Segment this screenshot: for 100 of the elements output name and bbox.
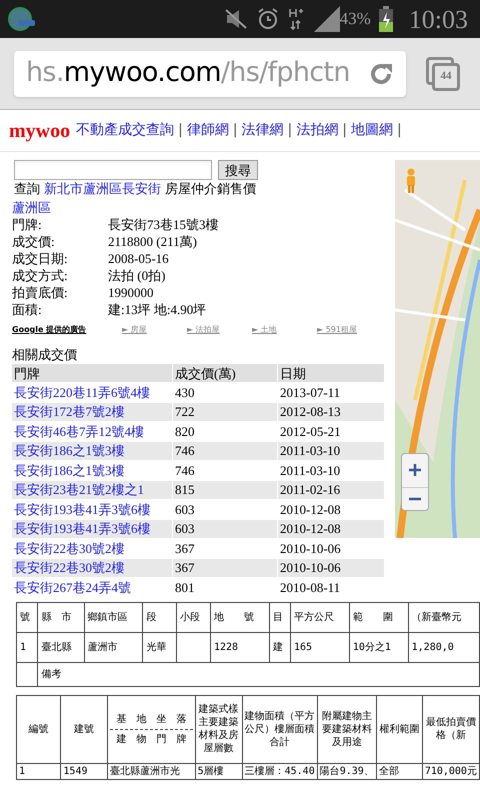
nav-separator: | — [178, 121, 183, 140]
query-suffix: 房屋仲介銷售價 — [165, 180, 256, 197]
column-header: 門牌 — [12, 364, 172, 382]
detail-value: 法拍 (0拍) — [108, 267, 166, 284]
table-header-cell: 最低拍賣價格（新 — [422, 695, 480, 763]
date-cell: 2010-10-06 — [278, 558, 384, 577]
table-cell: 蘆洲市 — [84, 632, 143, 662]
search-field[interactable] — [14, 160, 212, 180]
address-link[interactable]: 長安街22巷30號2樓 — [12, 558, 172, 577]
ad-link[interactable]: ► 房屋 — [122, 321, 187, 338]
table-header-cell: 建物面積（平方公尺）樓層面積合計 — [242, 695, 318, 763]
nav-link[interactable]: 律師網 — [186, 120, 229, 141]
column-header: 日期 — [278, 364, 384, 382]
table-cell: 鄉鎮市區 — [84, 602, 143, 632]
table-cell: 1 — [16, 632, 38, 662]
table-cell: 地 號 — [210, 602, 270, 632]
query-link[interactable]: 新北市蘆洲區長安街 — [44, 180, 161, 197]
table-cell: 1228 — [210, 632, 270, 662]
table-header-cell: 建號 — [60, 695, 108, 763]
table-header-cell: 建築式樣主要建築材料及房屋層數 — [195, 695, 242, 763]
table-cell: 臺北縣 — [38, 632, 84, 662]
table-cell: 1,280,0 — [408, 632, 480, 662]
network-hplus-icon — [288, 7, 304, 31]
date-cell: 2011-03-10 — [278, 442, 384, 460]
table-cell: 710,000元 — [422, 763, 480, 779]
nav-link[interactable]: 不動產成交查詢 — [76, 120, 174, 141]
address-link[interactable]: 長安街23巷21號2樓之1 — [12, 480, 172, 499]
detail-value: 長安街73巷15號3樓 — [108, 216, 218, 233]
search-button[interactable]: 搜尋 — [218, 160, 258, 180]
table-cell: 165 — [290, 632, 350, 662]
table-cell — [176, 632, 210, 662]
battery-charging-icon — [378, 6, 393, 32]
table-cell: 段 — [142, 602, 177, 632]
remarks-label: 備考 — [41, 668, 62, 680]
table-cell: 目 — [269, 602, 291, 632]
zoom-in-icon[interactable] — [408, 463, 422, 478]
clock-usb-icon — [8, 7, 36, 31]
ad-link[interactable]: ► 法拍屋 — [187, 321, 252, 338]
mute-icon — [224, 8, 248, 30]
table-cell: 陽台9.39、 — [317, 763, 376, 779]
related-title: 相關成交價 — [12, 346, 78, 363]
url-text: hs.mywoo.com/hs/fphctn — [26, 56, 351, 90]
detail-value: 1990000 — [108, 284, 154, 301]
table-cell: 1 — [16, 763, 61, 779]
detail-label: 成交日期: — [12, 250, 69, 267]
nav-separator: | — [288, 121, 292, 140]
price-cell: 815 — [173, 480, 277, 499]
table-cell: 全部 — [376, 763, 422, 779]
table-header-cell-text: 基 地 坐 落 — [115, 712, 188, 726]
ads-label: Google 提供的廣告 — [12, 324, 88, 336]
detail-label: 面積: — [12, 301, 43, 318]
address-link[interactable]: 長安街186之1號3樓 — [12, 442, 172, 460]
ad-link[interactable]: ► 591租屋 — [317, 321, 382, 338]
table-header-cell: 編號 — [16, 695, 61, 763]
tab-count: 44 — [440, 69, 452, 84]
query-label: 查詢 — [14, 180, 40, 197]
table-cell: 三樓層：45.40 — [242, 763, 318, 779]
column-header: 成交價(萬) — [173, 364, 277, 382]
address-link[interactable]: 長安街172巷7號2樓 — [12, 402, 172, 421]
nav-separator: | — [396, 121, 402, 140]
ad-link[interactable]: ► 土地 — [252, 321, 317, 338]
clock-time: 10:03 — [408, 4, 468, 36]
nav-separator: | — [342, 121, 347, 140]
nav-link[interactable]: 地圖網 — [350, 120, 393, 141]
table-cell: 範 圍 — [349, 602, 408, 632]
nav-link[interactable]: 法律網 — [242, 120, 284, 141]
address-link[interactable]: 長安街193巷41弄3號6樓 — [12, 520, 172, 538]
detail-value: 2118800 (211萬) — [108, 233, 197, 250]
table-cell: 小段 — [176, 602, 210, 632]
detail-label: 門牌: — [12, 216, 43, 233]
date-cell: 2011-02-16 — [278, 480, 384, 499]
district-link[interactable]: 蘆洲區 — [12, 199, 395, 216]
table-cell: 臺北縣蘆洲市光 — [108, 763, 196, 779]
date-cell: 2010-12-08 — [278, 520, 384, 538]
table-cell: 平方公尺 — [290, 602, 350, 632]
price-cell: 722 — [173, 402, 277, 421]
detail-label: 成交方式: — [12, 267, 69, 284]
detail-label: 拍賣底價: — [12, 284, 69, 301]
table-cell: 1549 — [60, 763, 108, 779]
detail-value: 2008-05-16 — [108, 250, 169, 267]
table-cell: 號 — [16, 602, 38, 632]
table-cell: 光華 — [142, 632, 177, 662]
table-cell: （新臺幣元 — [408, 602, 480, 632]
table-header-cell: 附屬建物主要建築材料及用途 — [317, 695, 376, 763]
table-cell: 縣 市 — [38, 602, 84, 632]
table-cell: 建 — [269, 632, 291, 662]
pegman-icon[interactable] — [405, 168, 417, 194]
zoom-out-icon[interactable] — [408, 496, 422, 501]
nav-link[interactable]: 法拍網 — [296, 120, 338, 141]
table-header-cell: 權利範圍 — [376, 695, 422, 763]
signal-icon — [312, 6, 340, 32]
battery-percent: 43% — [340, 8, 371, 30]
table-cell: 5層樓 — [195, 763, 242, 779]
address-bar[interactable]: hs.mywoo.com/hs/fphctn — [14, 50, 406, 96]
nav-separator: | — [232, 121, 238, 140]
price-cell: 746 — [173, 442, 277, 460]
date-cell: 2012-08-13 — [278, 402, 384, 421]
alarm-icon — [256, 7, 280, 31]
table-cell: 10分之1 — [349, 632, 408, 662]
site-logo[interactable]: mywoo — [9, 116, 70, 146]
